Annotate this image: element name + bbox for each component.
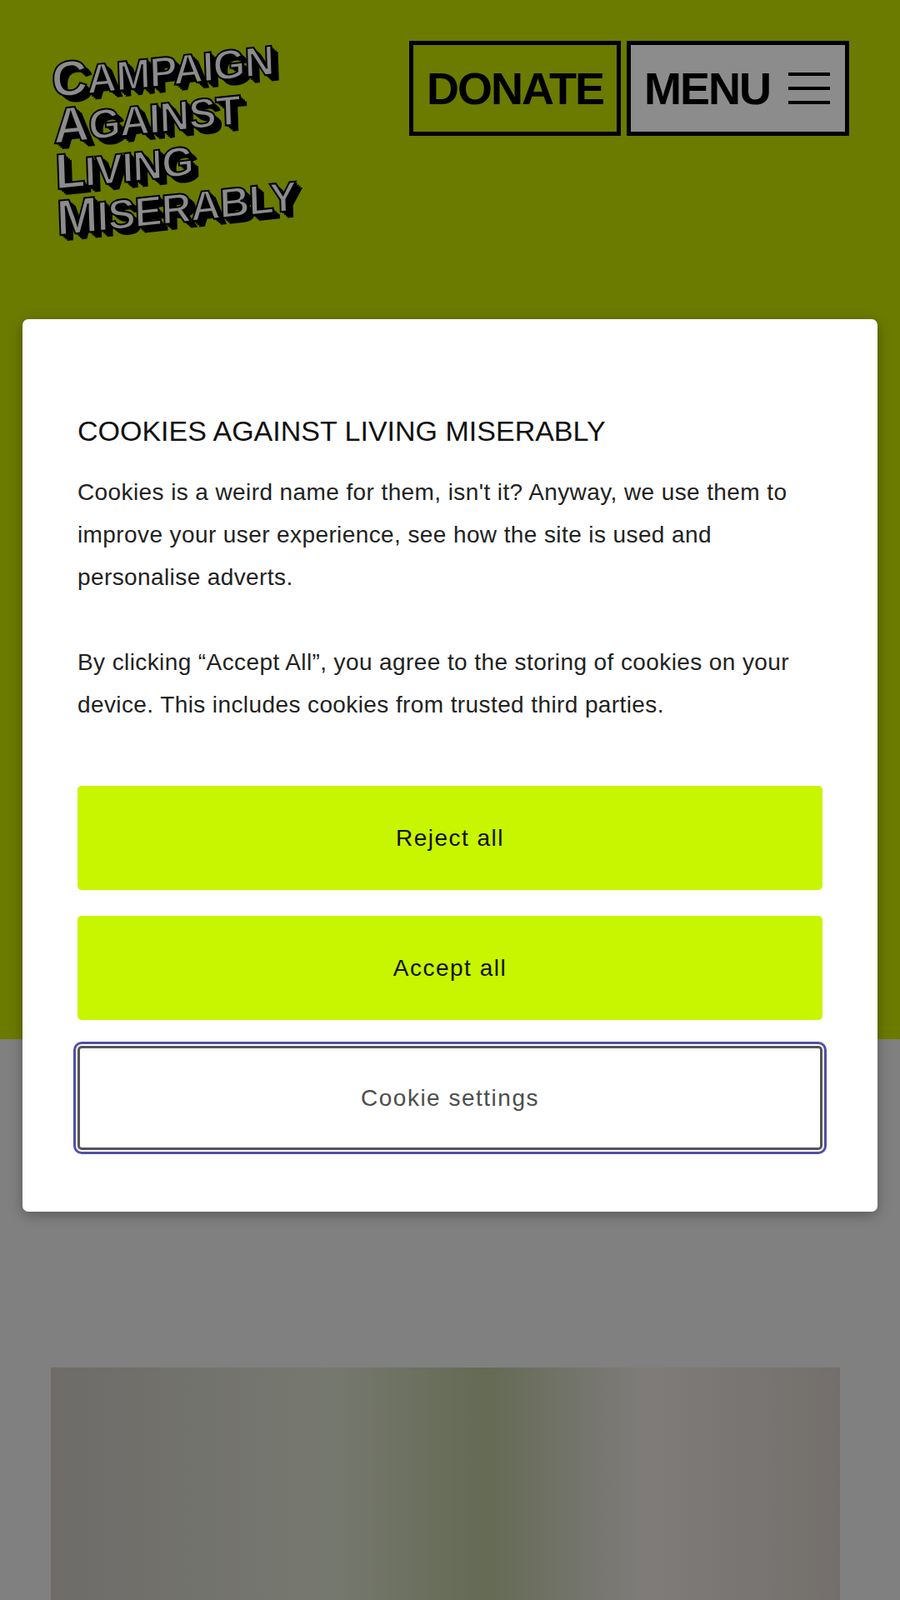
dialog-actions: Reject all Accept all Cookie settings — [77, 785, 823, 1150]
page: CAMPAIGNAGAINSTLIVINGMISERABLYDONATEMENU… — [0, 0, 900, 1600]
cookie-button[interactable]: Reject all — [77, 785, 823, 890]
dialog-paragraph: Cookies is a weird name for them, isn't … — [77, 470, 823, 599]
modal-overlay: COOKIES AGAINST LIVING MISERABLY Cookies … — [0, 0, 900, 1600]
cookie-button[interactable]: Accept all — [77, 915, 823, 1020]
cookie-button[interactable]: Cookie settings — [77, 1045, 823, 1150]
cookie-dialog: COOKIES AGAINST LIVING MISERABLY Cookies … — [22, 319, 878, 1212]
dialog-paragraph: By clicking “Accept All”, you agree to t… — [77, 640, 823, 726]
dialog-title: COOKIES AGAINST LIVING MISERABLY — [77, 412, 823, 450]
